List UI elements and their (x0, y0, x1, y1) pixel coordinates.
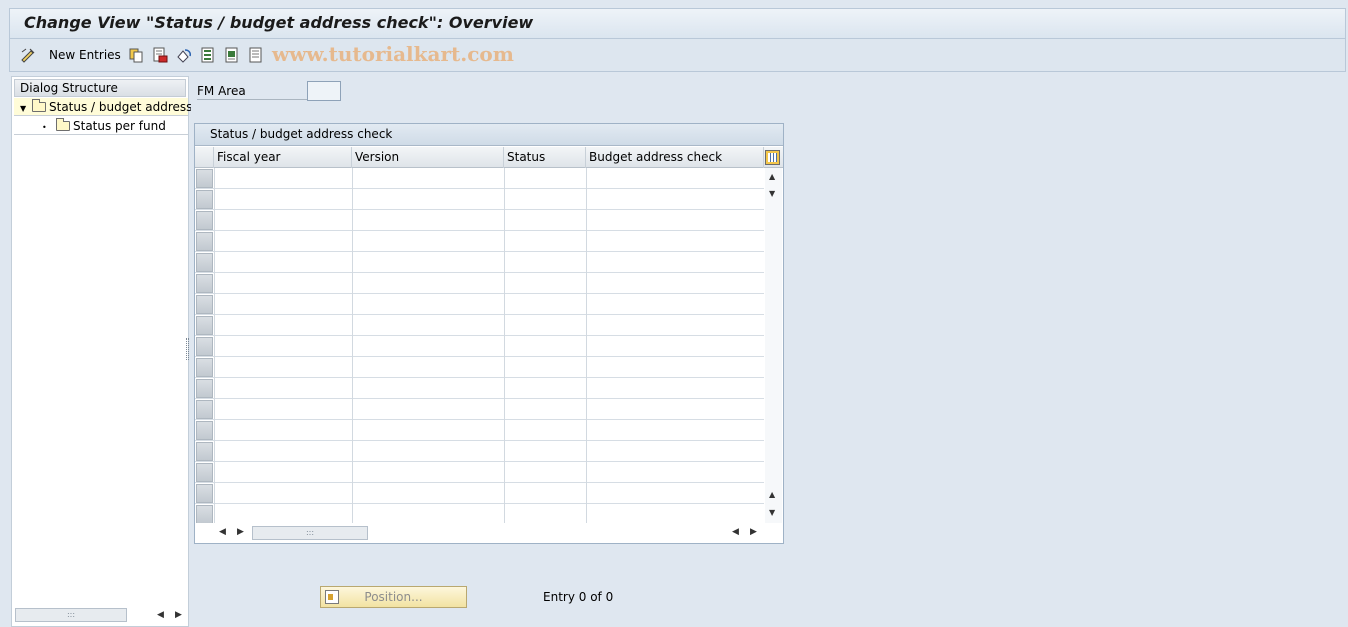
tree-bullet-icon: • (42, 123, 47, 132)
row-selector[interactable] (196, 421, 213, 440)
row-selector[interactable] (196, 232, 213, 251)
copy-icon[interactable] (128, 47, 144, 63)
table-row[interactable] (195, 168, 764, 189)
folder-icon (56, 118, 70, 131)
table-row[interactable] (195, 462, 764, 483)
deselect-all-icon[interactable] (248, 47, 264, 63)
new-entries-button[interactable]: New Entries (49, 48, 121, 62)
tree-item-status-per-fund[interactable]: • Status per fund (14, 117, 188, 135)
vertical-scrollbar[interactable]: ▲ ▼ ▲ ▼ (765, 168, 782, 523)
table-row[interactable] (195, 273, 764, 294)
expand-triangle-icon[interactable]: ▼ (20, 100, 26, 118)
table-grid (195, 168, 764, 525)
row-selector[interactable] (196, 169, 213, 188)
tree-item-label: Status / budget address (49, 100, 193, 114)
row-selector[interactable] (196, 211, 213, 230)
row-selector[interactable] (196, 484, 213, 503)
fm-area-input[interactable] (307, 81, 341, 101)
tree-item-label: Status per fund (73, 119, 166, 133)
scroll-right-icon[interactable]: ▶ (175, 610, 182, 620)
scroll-up-icon[interactable]: ▲ (769, 490, 775, 499)
fm-area-label: FM Area (197, 84, 307, 100)
row-selector[interactable] (196, 442, 213, 461)
row-selector[interactable] (196, 190, 213, 209)
scroll-left-end-icon[interactable]: ◀ (732, 527, 739, 537)
column-header-fiscal-year[interactable]: Fiscal year (214, 147, 352, 168)
edit-pencil-icon[interactable] (20, 47, 36, 63)
column-header-budget-address-check[interactable]: Budget address check (586, 147, 764, 168)
table-row[interactable] (195, 483, 764, 504)
row-selector[interactable] (196, 295, 213, 314)
watermark-text: www.tutorialkart.com (272, 42, 514, 66)
select-block-icon[interactable] (224, 47, 240, 63)
table-row[interactable] (195, 399, 764, 420)
open-folder-icon (32, 99, 46, 112)
table-row[interactable] (195, 315, 764, 336)
scroll-left-icon[interactable]: ◀ (219, 527, 226, 537)
horizontal-scrollbar-thumb[interactable]: ::: (15, 608, 127, 622)
select-all-rows-cell[interactable] (195, 147, 214, 168)
row-selector[interactable] (196, 337, 213, 356)
delete-icon[interactable] (152, 47, 168, 63)
row-selector[interactable] (196, 358, 213, 377)
table-title: Status / budget address check (195, 124, 783, 146)
horizontal-scrollbar-thumb[interactable]: ::: (252, 526, 368, 540)
table-control: Status / budget address check Fiscal yea… (194, 123, 784, 544)
table-settings-icon[interactable] (765, 150, 780, 165)
table-row[interactable] (195, 504, 764, 525)
scroll-down-icon[interactable]: ▼ (769, 189, 775, 198)
select-all-icon[interactable] (200, 47, 216, 63)
fm-area-label-text: FM Area (197, 84, 246, 98)
row-selector[interactable] (196, 316, 213, 335)
table-row[interactable] (195, 210, 764, 231)
entry-count: Entry 0 of 0 (543, 590, 614, 604)
scroll-page-up-icon[interactable]: ▲ (769, 172, 775, 181)
undo-change-icon[interactable] (176, 47, 192, 63)
dialog-structure-header: Dialog Structure (14, 79, 186, 97)
scroll-left-icon[interactable]: ◀ (157, 610, 164, 620)
table-row[interactable] (195, 336, 764, 357)
row-selector[interactable] (196, 463, 213, 482)
scroll-page-down-icon[interactable]: ▼ (769, 508, 775, 517)
table-row[interactable] (195, 441, 764, 462)
table-row[interactable] (195, 420, 764, 441)
row-selector[interactable] (196, 400, 213, 419)
row-selector[interactable] (196, 379, 213, 398)
column-header-row: Fiscal year Version Status Budget addres… (195, 147, 783, 168)
table-row[interactable] (195, 294, 764, 315)
row-selector[interactable] (196, 505, 213, 524)
scroll-right-end-icon[interactable]: ▶ (750, 527, 757, 537)
application-toolbar: New Entries www.tutorialkart.com (9, 38, 1346, 72)
scroll-right-icon[interactable]: ▶ (237, 527, 244, 537)
panel-splitter[interactable] (186, 338, 189, 360)
row-selector[interactable] (196, 253, 213, 272)
table-row[interactable] (195, 357, 764, 378)
dialog-structure-panel: Dialog Structure ▼ Status / budget addres… (11, 76, 192, 627)
table-horizontal-scroll: ◀ ▶ ::: ◀ ▶ (195, 523, 783, 543)
position-button-label: Position... (364, 590, 423, 604)
table-row[interactable] (195, 189, 764, 210)
table-row[interactable] (195, 252, 764, 273)
tree-item-status-budget-address[interactable]: ▼ Status / budget address (14, 98, 192, 118)
window-title: Change View "Status / budget address che… (24, 13, 534, 32)
position-button[interactable]: Position... (320, 586, 467, 608)
title-bar: Change View "Status / budget address che… (9, 8, 1346, 38)
table-row[interactable] (195, 378, 764, 399)
row-selector[interactable] (196, 274, 213, 293)
table-row[interactable] (195, 231, 764, 252)
position-icon (325, 590, 339, 604)
column-header-version[interactable]: Version (352, 147, 504, 168)
column-header-status[interactable]: Status (504, 147, 586, 168)
